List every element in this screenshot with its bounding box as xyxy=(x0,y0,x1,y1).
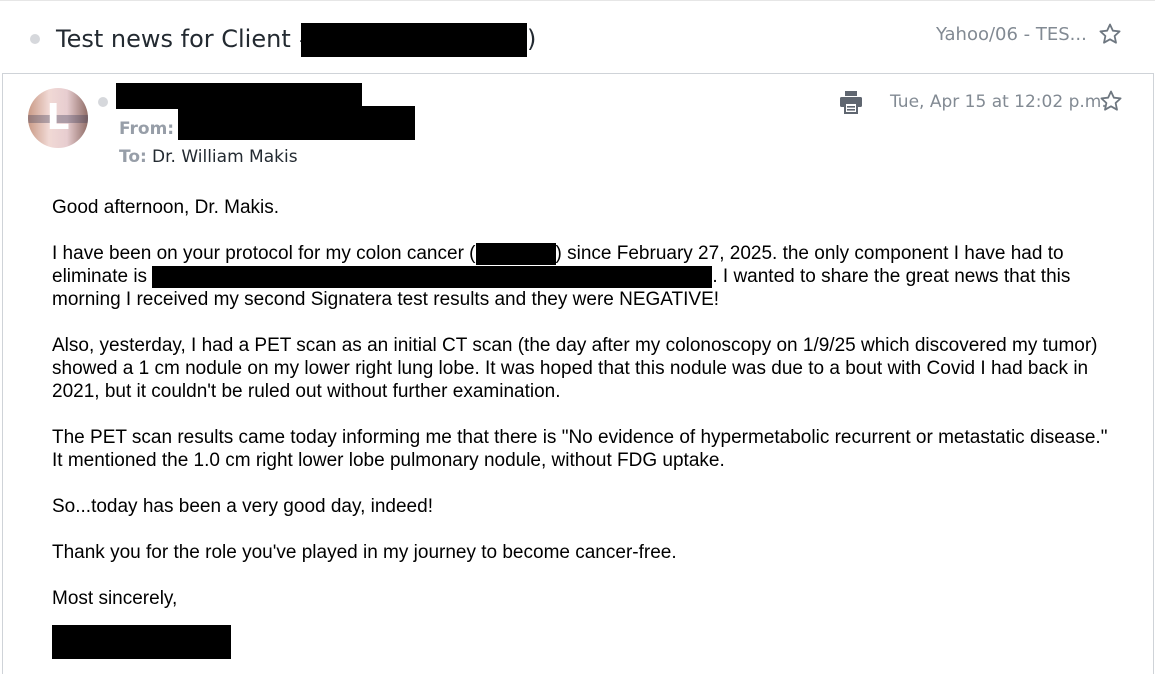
paragraph-4: So...today has been a very good day, ind… xyxy=(52,496,433,517)
avatar[interactable]: L xyxy=(28,88,88,148)
subject-redaction xyxy=(301,23,527,57)
from-label: From: xyxy=(119,119,175,139)
folder-label[interactable]: Yahoo/06 - TES... xyxy=(936,24,1087,45)
star-icon[interactable] xyxy=(1098,22,1122,46)
from-address-redaction xyxy=(178,106,415,140)
subject-title: Test news for Client # xyxy=(56,25,319,53)
print-icon[interactable] xyxy=(838,89,864,115)
paragraph-1-part-a: I have been on your protocol for my colo… xyxy=(52,243,476,264)
paragraph-2: Also, yesterday, I had a PET scan as an … xyxy=(52,335,1098,402)
signature-redaction xyxy=(52,625,231,659)
unread-dot[interactable] xyxy=(30,34,40,44)
inline-redaction xyxy=(152,265,713,288)
subject-bar: Test news for Client # ) Yahoo/06 - TES.… xyxy=(0,0,1155,73)
paragraph-1: I have been on your protocol for my colo… xyxy=(52,242,1112,311)
paragraph-5: Thank you for the role you've played in … xyxy=(52,542,677,563)
to-label: To: xyxy=(119,147,147,167)
paragraph-3: The PET scan results came today informin… xyxy=(52,427,1108,471)
message-date: Tue, Apr 15 at 12:02 p.m. xyxy=(890,92,1107,112)
message-star-icon[interactable] xyxy=(1099,89,1123,113)
message-card: L From: To: Dr. William Makis Tue, Apr 1… xyxy=(2,73,1154,674)
message-body: Good afternoon, Dr. Makis. I have been o… xyxy=(52,196,1112,659)
greeting: Good afternoon, Dr. Makis. xyxy=(52,197,280,218)
closing: Most sincerely, xyxy=(52,588,178,609)
inline-redaction xyxy=(475,242,556,265)
to-recipient[interactable]: Dr. William Makis xyxy=(152,147,298,167)
sender-status-dot xyxy=(98,97,108,107)
avatar-letter: L xyxy=(46,97,70,138)
subject-suffix: ) xyxy=(527,25,537,53)
